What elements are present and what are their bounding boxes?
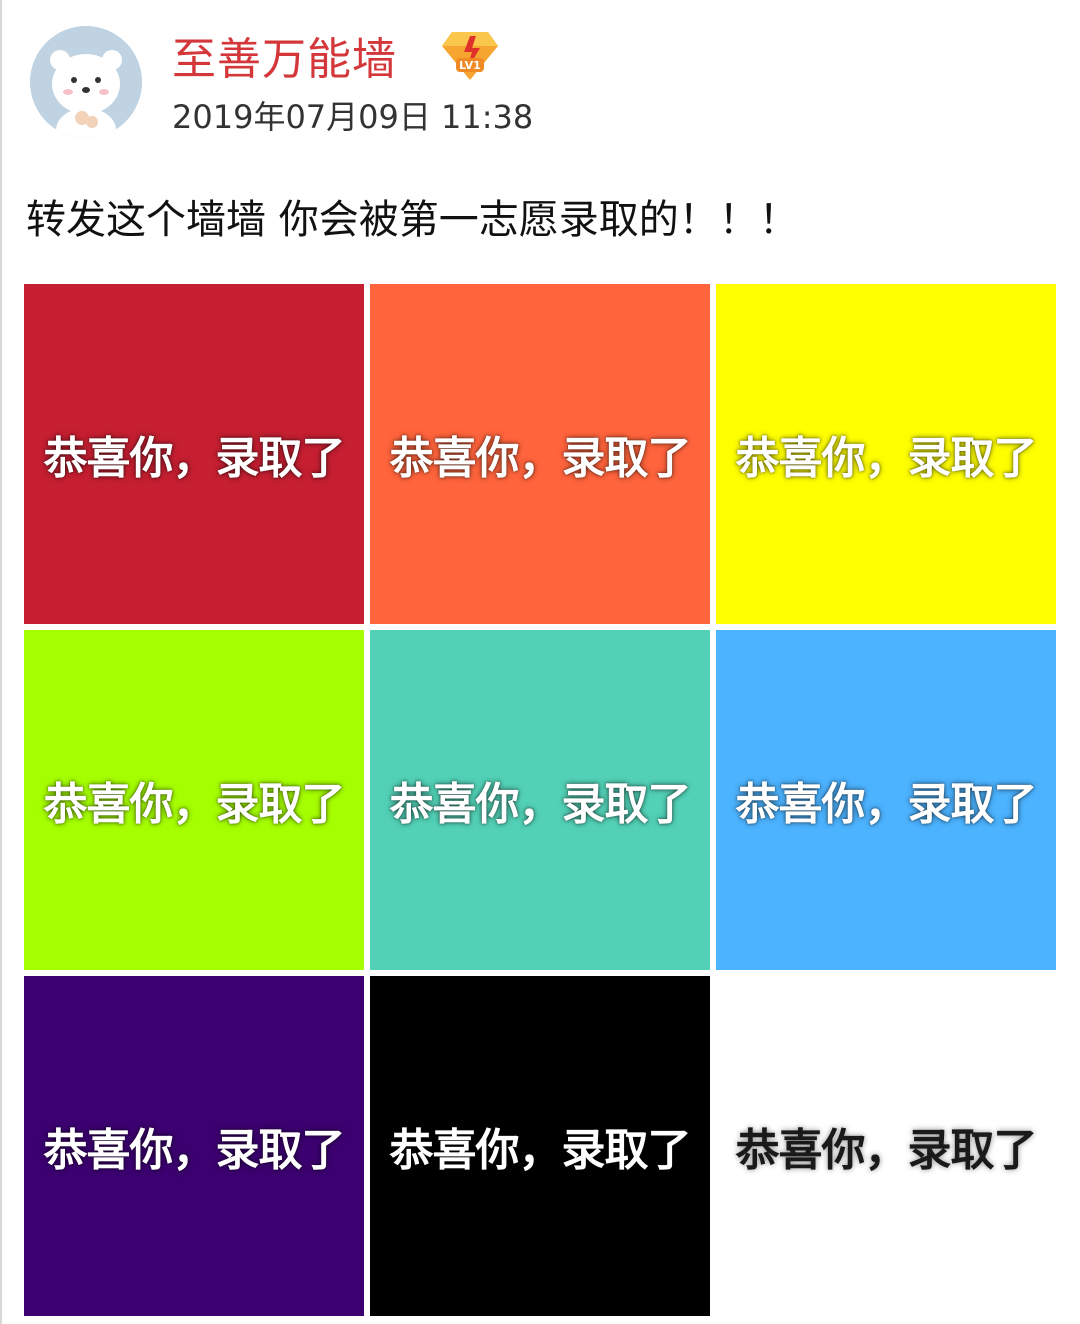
username[interactable]: 至善万能墙 — [172, 32, 397, 88]
left-edge-divider — [0, 0, 2, 1324]
bear-avatar-icon — [30, 26, 142, 138]
tile-caption: 恭喜你，录取了 — [735, 433, 1038, 484]
level-badge-icon: LV1 — [440, 28, 500, 82]
image-tile[interactable]: 恭喜你，录取了 — [716, 630, 1056, 970]
tile-caption: 恭喜你，录取了 — [735, 1125, 1038, 1176]
tile-caption: 恭喜你，录取了 — [735, 779, 1038, 830]
tile-caption: 恭喜你，录取了 — [43, 779, 346, 830]
post-text: 转发这个墙墙 你会被第一志愿录取的！！！ — [26, 197, 799, 243]
image-tile[interactable]: 恭喜你，录取了 — [716, 976, 1056, 1316]
image-tile[interactable]: 恭喜你，录取了 — [716, 284, 1056, 624]
image-tile[interactable]: 恭喜你，录取了 — [370, 630, 710, 970]
tile-caption: 恭喜你，录取了 — [389, 779, 692, 830]
image-tile[interactable]: 恭喜你，录取了 — [24, 976, 364, 1316]
image-grid: 恭喜你，录取了 恭喜你，录取了 恭喜你，录取了 恭喜你，录取了 恭喜你，录取了 … — [24, 284, 1058, 1318]
tile-caption: 恭喜你，录取了 — [389, 1125, 692, 1176]
image-tile[interactable]: 恭喜你，录取了 — [370, 284, 710, 624]
tile-caption: 恭喜你，录取了 — [43, 1125, 346, 1176]
tile-caption: 恭喜你，录取了 — [389, 433, 692, 484]
tile-caption: 恭喜你，录取了 — [43, 433, 346, 484]
image-tile[interactable]: 恭喜你，录取了 — [370, 976, 710, 1316]
image-tile[interactable]: 恭喜你，录取了 — [24, 284, 364, 624]
avatar[interactable] — [30, 26, 142, 138]
post-header: 至善万能墙 LV1 2019年07月09日 11:38 — [0, 0, 1080, 150]
image-tile[interactable]: 恭喜你，录取了 — [24, 630, 364, 970]
level-badge-label: LV1 — [459, 59, 481, 72]
post-timestamp: 2019年07月09日 11:38 — [172, 98, 534, 136]
